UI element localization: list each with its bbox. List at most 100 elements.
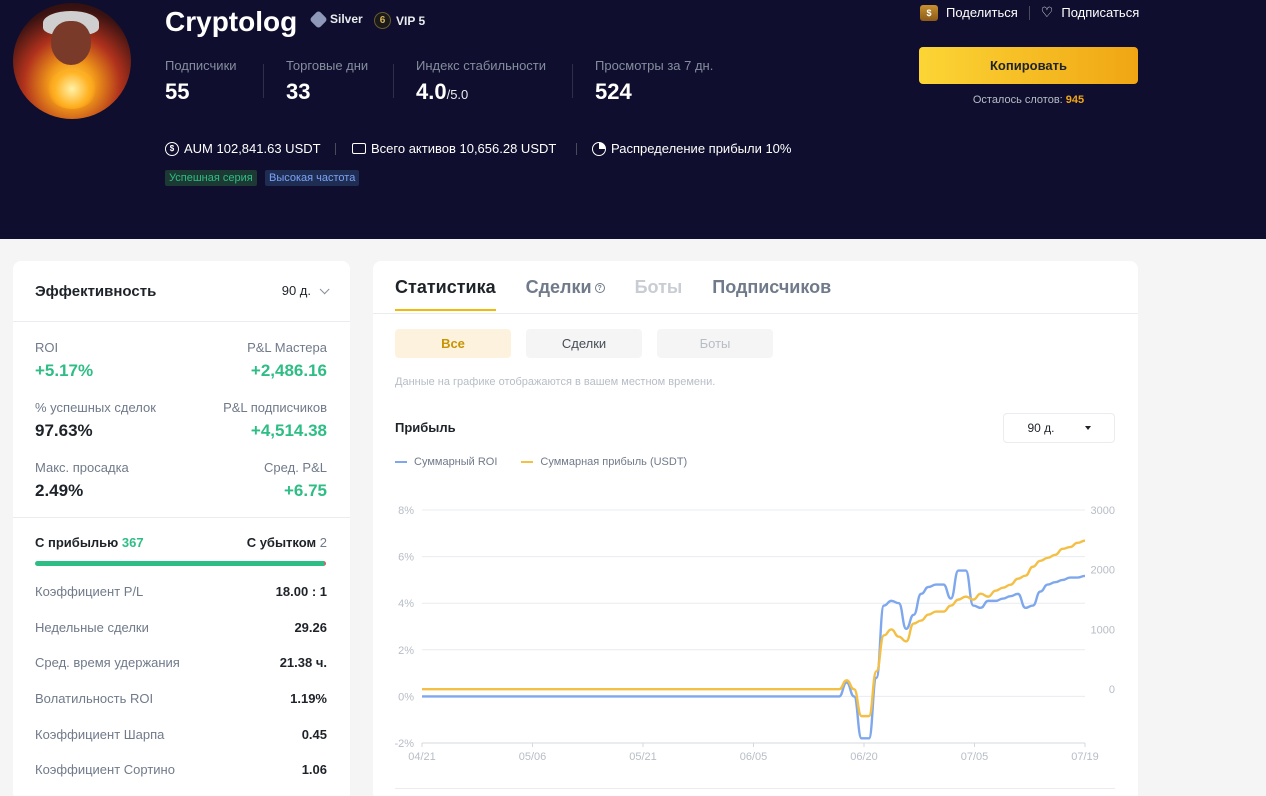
subscribe-link[interactable]: Подписаться: [1061, 5, 1139, 20]
profit-loss-counts: С прибылью 367 С убытком 2: [35, 535, 327, 550]
copy-button[interactable]: Копировать: [919, 47, 1138, 84]
legend-item-roi[interactable]: Суммарный ROI: [395, 456, 497, 468]
total-assets-text: Всего активов 10,656.28 USDT: [371, 141, 557, 156]
question-icon[interactable]: ?: [594, 283, 605, 293]
detail-label: Коэффициент P/L: [35, 584, 144, 599]
divider: [13, 321, 350, 322]
x-tick-label: 05/21: [629, 751, 657, 763]
x-tick-label: 05/06: [519, 751, 547, 763]
detail-row: Коэффициент Шарпа 0.45: [35, 727, 327, 742]
detail-label: Коэффициент Шарпа: [35, 727, 165, 742]
vip-level-icon: 6: [374, 12, 391, 29]
profit-share-info: Распределение прибыли 10%: [592, 141, 791, 156]
metric-value-win-rate: 97.63%: [35, 421, 93, 440]
detail-label: Недельные сделки: [35, 620, 149, 635]
share-link[interactable]: Поделиться: [946, 5, 1018, 20]
share-divider: [1028, 5, 1030, 20]
slots-remaining: Осталось слотов: 945: [919, 94, 1138, 106]
aum-info: $ AUM 102,841.63 USDT: [165, 141, 321, 156]
tag-high-frequency: Высокая частота: [265, 170, 360, 186]
stat-divider: [263, 64, 264, 98]
statistics-card: Статистика Сделки? Боты Подписчиков Все …: [373, 261, 1138, 796]
tab-trades-label: Сделки: [525, 277, 592, 297]
vip-badge-label: VIP 5: [396, 13, 426, 28]
y-tick-label-left: 8%: [398, 505, 414, 517]
stat-label: Подписчики: [165, 58, 237, 73]
tab-subscribers[interactable]: Подписчиков: [712, 277, 831, 311]
heart-icon[interactable]: ♡: [1041, 4, 1054, 21]
info-divider: [335, 143, 336, 155]
avatar[interactable]: [13, 3, 131, 119]
stat-value: 55: [165, 79, 190, 104]
chart-period-select[interactable]: 90 д.: [1003, 413, 1115, 443]
stat-label: Индекс стабильности: [416, 58, 547, 73]
total-assets-info: Всего активов 10,656.28 USDT: [352, 141, 556, 156]
stat-label: Просмотры за 7 дн.: [595, 58, 714, 73]
y-tick-label-right: 2000: [1091, 565, 1115, 577]
detail-value: 0.45: [301, 727, 327, 742]
metric-label-avg-pnl: Сред. P&L: [264, 460, 327, 475]
detail-row: Сред. время удержания 21.38 ч.: [35, 655, 327, 670]
stat-divider: [393, 64, 394, 98]
detail-row: Коэффициент P/L 18.00 : 1: [35, 584, 327, 599]
metric-value-roi: +5.17%: [35, 361, 94, 380]
profit-share-text: Распределение прибыли 10%: [611, 141, 792, 156]
metric-label-max-drawdown: Макс. просадка: [35, 460, 129, 475]
diamond-icon: [309, 9, 328, 29]
detail-row: Коэффициент Сортино 1.06: [35, 762, 327, 777]
series-line-profit: [422, 539, 1086, 718]
y-tick-label-left: 4%: [398, 598, 414, 610]
stat-value: 33: [286, 79, 311, 104]
vip-badge[interactable]: 6 VIP 5: [374, 12, 425, 29]
profit-chart[interactable]: 8% 6% 4% 2% 0% -2% 3000 2000 1000 0 04/21 05/06 05/2…: [373, 491, 1138, 791]
performance-period-select[interactable]: 90 д.: [282, 283, 330, 298]
slots-value: 945: [1065, 94, 1085, 106]
y-tick-label-left: -2%: [394, 738, 414, 750]
x-tick-label: 06/20: [850, 751, 878, 763]
divider: [13, 517, 350, 518]
detail-value: 1.19%: [290, 691, 327, 706]
stability-max: /5.0: [446, 87, 469, 102]
profit-label: С прибылью: [35, 535, 119, 550]
x-tick-label: 07/05: [961, 751, 989, 763]
pie-chart-icon: [592, 141, 606, 156]
metric-value-master-pnl: +2,486.16: [250, 361, 327, 380]
dollar-coin-icon: $: [165, 141, 179, 156]
metric-value-avg-pnl: +6.75: [283, 481, 327, 500]
x-tick-label: 06/05: [740, 751, 768, 763]
tab-bots[interactable]: Боты: [635, 277, 683, 311]
chart-title: Прибыль: [395, 420, 456, 435]
avatar-face: [51, 21, 91, 65]
gift-icon[interactable]: $: [920, 4, 938, 21]
segment-bots[interactable]: Боты: [657, 329, 773, 358]
silver-badge-label: Silver: [330, 12, 363, 26]
stability-value: 4.0: [416, 79, 447, 104]
tab-trades[interactable]: Сделки?: [526, 277, 605, 311]
stat-value: 4.0/5.0: [416, 79, 546, 105]
detail-row: Недельные сделки 29.26: [35, 620, 327, 635]
stat-divider: [572, 64, 573, 98]
legend-label-roi: Суммарный ROI: [414, 456, 498, 468]
stat-label: Торговые дни: [286, 58, 369, 73]
card-bottom-divider: [395, 788, 1115, 789]
stat-value: 524: [595, 79, 632, 104]
trader-name: Cryptolog: [165, 6, 298, 37]
caret-down-icon: [1084, 426, 1091, 430]
metric-label-roi: ROI: [35, 340, 59, 355]
tab-statistics[interactable]: Статистика: [395, 277, 496, 311]
detail-value: 18.00 : 1: [275, 584, 327, 599]
metric-label-master-pnl: P&L Мастера: [247, 340, 327, 355]
y-tick-label-right: 1000: [1091, 624, 1115, 636]
y-tick-label-left: 2%: [398, 645, 414, 657]
segment-trades[interactable]: Сделки: [526, 329, 642, 358]
detail-label: Коэффициент Сортино: [35, 762, 175, 777]
performance-card: Эффективность 90 д. ROI +5.17% P&L Масте…: [13, 261, 350, 796]
legend-item-profit[interactable]: Суммарная прибыль (USDT): [521, 456, 687, 468]
metric-value-max-drawdown: 2.49%: [35, 481, 84, 500]
tag-winning-streak: Успешная серия: [165, 170, 257, 186]
x-tick-label: 04/21: [408, 751, 436, 763]
silver-badge[interactable]: Silver: [309, 9, 363, 29]
segment-all[interactable]: Все: [395, 329, 511, 358]
legend-label-profit: Суммарная прибыль (USDT): [540, 456, 688, 468]
stat-trading-days: Торговые дни 33: [286, 58, 368, 105]
